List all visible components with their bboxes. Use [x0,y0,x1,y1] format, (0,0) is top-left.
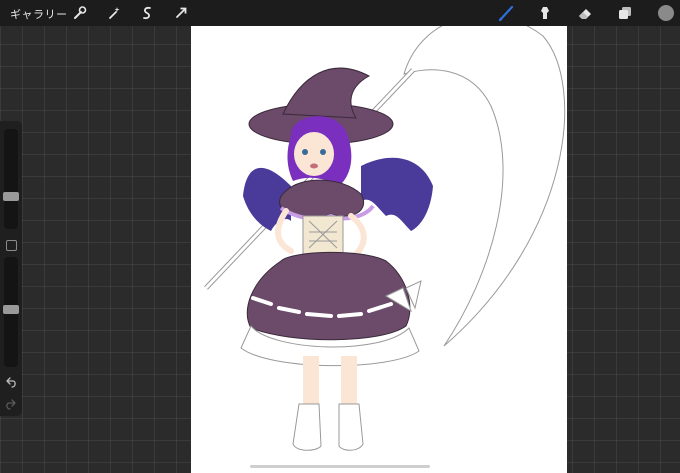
undo-icon[interactable] [4,375,18,389]
transform-arrow-icon[interactable] [171,3,191,23]
color-swatch[interactable] [656,3,676,23]
redo-icon[interactable] [4,397,18,411]
layers-icon[interactable] [615,3,635,23]
brush-size-slider-thumb[interactable] [3,192,19,201]
wrench-icon[interactable] [69,3,89,23]
left-sidebar [0,121,22,416]
eraser-icon[interactable] [575,3,595,23]
home-indicator [250,465,430,468]
modifier-square[interactable] [6,240,17,251]
brush-size-slider[interactable] [3,129,19,229]
brush-icon[interactable] [496,3,516,23]
drawing-canvas[interactable] [191,26,567,473]
magic-wand-icon[interactable] [104,3,124,23]
top-toolbar: ギャラリー [0,0,680,26]
opacity-slider[interactable] [3,257,19,367]
opacity-slider-thumb[interactable] [3,305,19,314]
selection-icon[interactable] [137,3,157,23]
gallery-button[interactable]: ギャラリー [10,6,68,22]
smudge-icon[interactable] [535,3,555,23]
artwork-illustration [204,26,566,451]
